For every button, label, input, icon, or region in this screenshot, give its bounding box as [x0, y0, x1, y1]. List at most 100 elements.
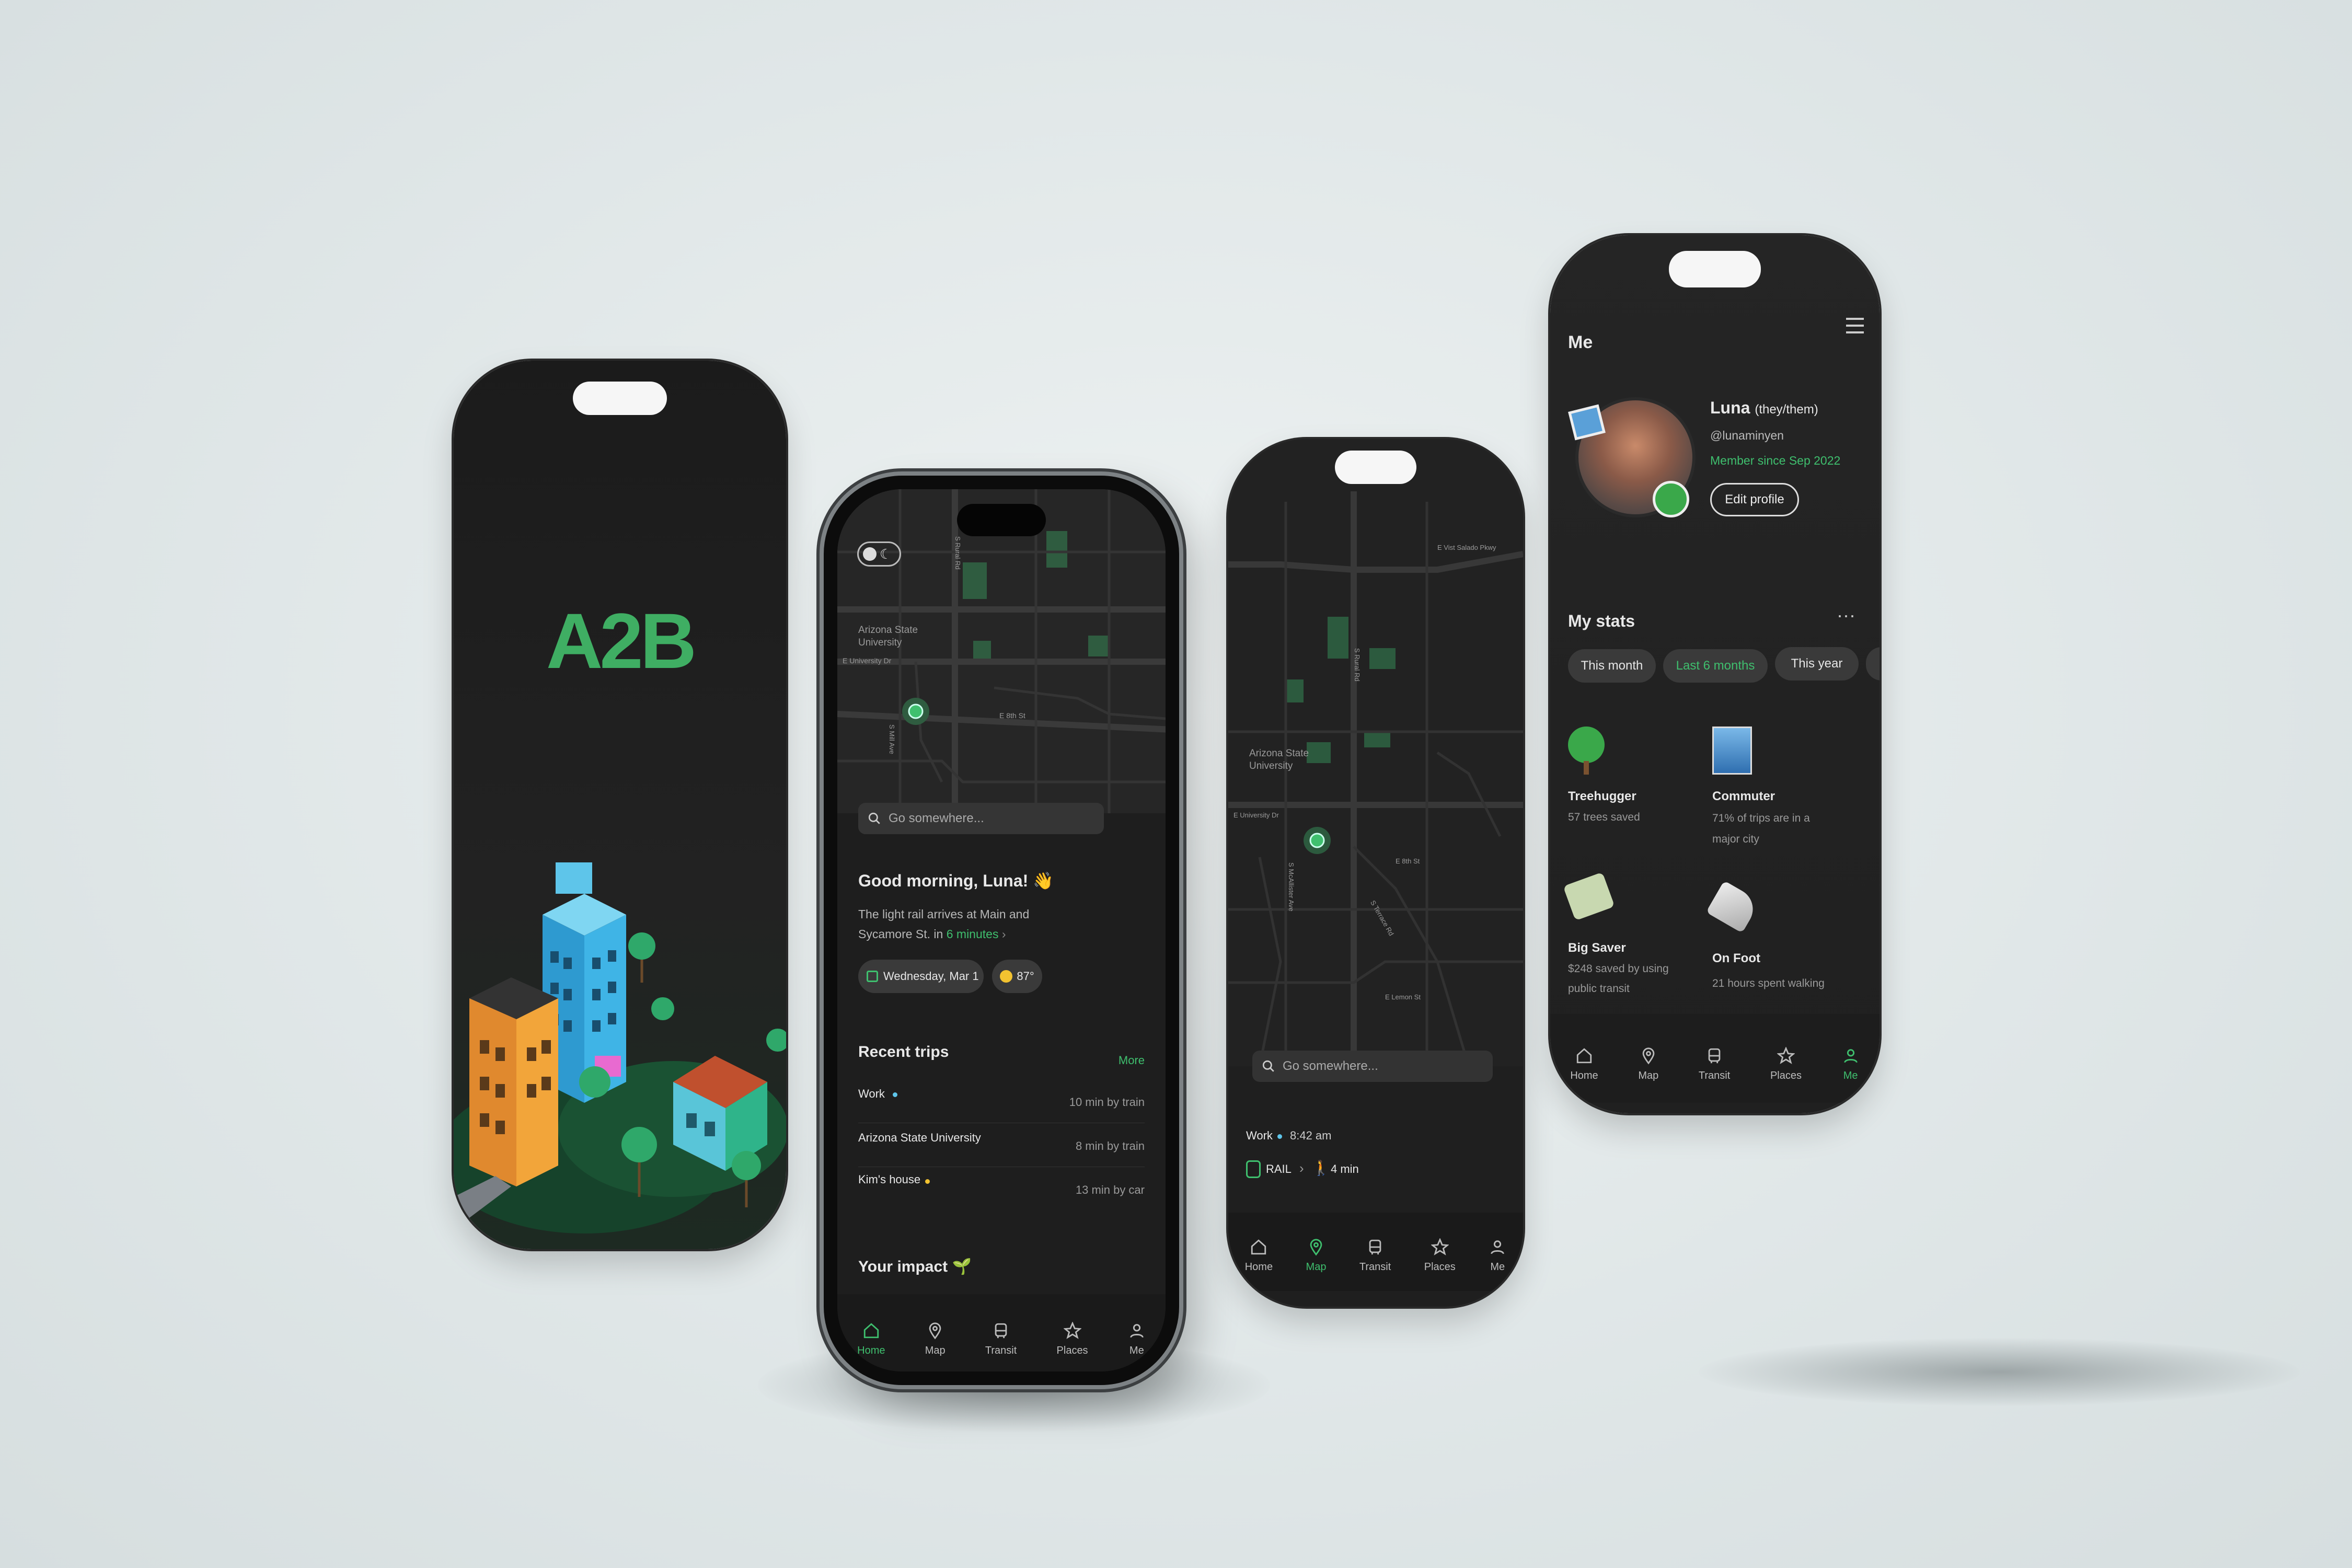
nav-transit[interactable]: Transit: [985, 1322, 1017, 1357]
home-screen: Arizona State University E University Dr…: [837, 489, 1166, 1371]
phone-home: Arizona State University E University Dr…: [824, 476, 1179, 1385]
map-label-salado: E Vist Salado Pkwy: [1437, 544, 1496, 551]
star-icon: [1777, 1047, 1795, 1064]
nav-label: Map: [925, 1345, 946, 1356]
nav-map[interactable]: Map: [1306, 1238, 1327, 1273]
map-bottom-nav: Home Map Transit Places Me: [1228, 1213, 1523, 1291]
train-icon: [1246, 1160, 1261, 1178]
bus-icon: [995, 1323, 1007, 1339]
nav-label: Home: [857, 1345, 885, 1356]
theme-toggle[interactable]: ☾: [857, 541, 901, 567]
nav-me[interactable]: Me: [1489, 1238, 1506, 1273]
person-icon: [1491, 1240, 1504, 1254]
profile-bottom-nav: Home Map Transit Places Me: [1550, 1014, 1880, 1103]
temperature-text: 87°: [1017, 970, 1034, 983]
nav-transit[interactable]: Transit: [1699, 1047, 1730, 1082]
badge-detail-2: public transit: [1568, 983, 1630, 995]
calendar-icon: [867, 971, 878, 982]
trip-summary-card[interactable]: Work 8:42 am RAIL › 🚶 4 min: [1228, 1119, 1523, 1202]
map-label-mcallister: S McAllister Ave: [1287, 862, 1295, 912]
badge-title: On Foot: [1712, 951, 1760, 965]
badge-detail: 57 trees saved: [1568, 811, 1640, 823]
profile-handle: @lunaminyen: [1710, 429, 1784, 442]
filter-next-partial[interactable]: [1866, 647, 1880, 681]
weather-chip[interactable]: 87°: [992, 960, 1042, 993]
map-label-mill: S Mill Ave: [888, 724, 896, 754]
nav-places[interactable]: Places: [1424, 1238, 1456, 1273]
badge-treehugger[interactable]: Treehugger 57 trees saved: [1568, 727, 1709, 852]
nav-home[interactable]: Home: [1570, 1047, 1598, 1082]
nav-label: Map: [1306, 1261, 1327, 1273]
bus-icon: [1708, 1048, 1721, 1064]
trip-detail: 10 min by train: [1069, 1096, 1145, 1109]
notice-text: Sycamore St. in: [858, 927, 947, 941]
camera-notch: [1669, 251, 1761, 287]
transit-map[interactable]: E Vist Salado Pkwy S Rural Rd Arizona St…: [1228, 439, 1523, 1066]
name-text: Luna: [1710, 398, 1750, 417]
more-options-icon[interactable]: ···: [1837, 604, 1855, 626]
filter-last-6-months[interactable]: Last 6 months: [1663, 649, 1768, 683]
nav-places[interactable]: Places: [1057, 1322, 1088, 1357]
badge-commuter[interactable]: Commuter 71% of trips are in a major cit…: [1712, 727, 1869, 862]
search-icon: [1262, 1060, 1274, 1072]
nav-home[interactable]: Home: [857, 1322, 885, 1357]
transit-mode: RAIL: [1266, 1162, 1292, 1175]
home-bottom-nav: Home Map Transit Places Me: [837, 1294, 1166, 1371]
home-search-input[interactable]: Go somewhere...: [858, 803, 1104, 834]
date-chip[interactable]: Wednesday, Mar 1: [858, 960, 984, 993]
map-pin-icon: [1642, 1047, 1655, 1065]
filter-this-year[interactable]: This year: [1775, 647, 1859, 681]
home-map[interactable]: Arizona State University E University Dr…: [837, 489, 1166, 813]
moon-icon: [863, 547, 877, 561]
money-icon: [1563, 872, 1615, 921]
search-icon: [868, 812, 880, 824]
tree-sticker-icon: [1653, 481, 1689, 517]
nav-map[interactable]: Map: [925, 1322, 946, 1357]
map-label-asu: Arizona State University: [1249, 748, 1309, 771]
date-text: Wednesday, Mar 1: [883, 970, 979, 983]
hamburger-menu-icon[interactable]: [1846, 318, 1864, 333]
nav-transit[interactable]: Transit: [1359, 1238, 1391, 1273]
trip-name: Arizona State University: [858, 1131, 981, 1144]
badge-on-foot[interactable]: On Foot 21 hours spent walking: [1705, 880, 1869, 1014]
edit-profile-button[interactable]: Edit profile: [1710, 483, 1799, 516]
trip-name: Kim's house: [858, 1173, 921, 1186]
filter-this-month[interactable]: This month: [1568, 649, 1656, 683]
trip-row-work[interactable]: Work 10 min by train: [858, 1080, 1145, 1122]
nav-map[interactable]: Map: [1638, 1047, 1658, 1082]
page-title: Me: [1568, 332, 1593, 352]
map-pin-icon: [929, 1322, 941, 1340]
home-icon: [1251, 1239, 1266, 1255]
chevron-right-icon: ›: [998, 927, 1006, 941]
nav-label: Transit: [1359, 1261, 1391, 1273]
nav-label: Places: [1056, 1345, 1088, 1356]
chevron-right-icon: ›: [1299, 1160, 1304, 1176]
nav-me[interactable]: Me: [1128, 1322, 1146, 1357]
badge-big-saver[interactable]: Big Saver $248 saved by using public tra…: [1563, 872, 1709, 1014]
status-dot: [925, 1179, 930, 1184]
person-icon: [1843, 1049, 1858, 1063]
rail-notice-line2: Sycamore St. in 6 minutes ›: [858, 927, 1006, 941]
floor-shadow-2: [1699, 1338, 2300, 1406]
badge-title: Treehugger: [1568, 789, 1636, 803]
app-logo: A2B: [546, 597, 697, 685]
status-dot: [1277, 1134, 1282, 1139]
map-label-university: E University Dr: [843, 656, 892, 665]
map-label-lemon: E Lemon St: [1385, 993, 1421, 1001]
trip-row-kims-house[interactable]: Kim's house 13 min by car: [858, 1168, 1145, 1209]
sneaker-icon: [1705, 880, 1761, 933]
phone-profile: Me Luna (they/them) @lunaminyen Member s…: [1550, 235, 1880, 1113]
map-label-8th: E 8th St: [999, 711, 1025, 720]
stats-title: My stats: [1568, 612, 1635, 630]
badge-detail-2: major city: [1712, 833, 1759, 845]
arrival-minutes-link[interactable]: 6 minutes: [947, 927, 999, 941]
nav-home[interactable]: Home: [1245, 1238, 1273, 1273]
nav-me[interactable]: Me: [1842, 1047, 1860, 1082]
bus-icon: [1369, 1239, 1381, 1255]
trip-row-asu[interactable]: Arizona State University 8 min by train: [858, 1124, 1145, 1166]
more-trips-link[interactable]: More: [1119, 1054, 1145, 1067]
phone-map: E Vist Salado Pkwy S Rural Rd Arizona St…: [1228, 439, 1523, 1307]
map-search-input[interactable]: Go somewhere...: [1252, 1051, 1493, 1082]
nav-places[interactable]: Places: [1770, 1047, 1802, 1082]
phone-splash: A2B: [454, 361, 786, 1249]
